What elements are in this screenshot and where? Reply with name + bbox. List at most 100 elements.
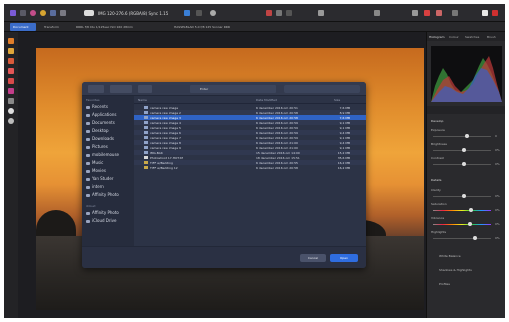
panel-item-shadows-highlights[interactable]: Shadows & Highlights (439, 268, 472, 272)
file-icon (144, 111, 148, 114)
selection-tool-icon[interactable] (8, 98, 14, 104)
sidebar-item-recents[interactable]: Recents (86, 104, 108, 109)
panel-item-profiles[interactable]: Profiles (439, 282, 450, 286)
crop-tool-icon[interactable] (8, 48, 14, 54)
file-icon (144, 156, 148, 159)
view-mode-buttons[interactable] (110, 85, 132, 93)
transform-label[interactable]: Transform (44, 25, 59, 29)
file-icon (144, 106, 148, 109)
snapping-icon[interactable] (318, 10, 324, 16)
brush-settings-icon[interactable] (452, 10, 458, 16)
file-icon (144, 151, 148, 154)
grid-icon[interactable] (196, 10, 202, 16)
back-forward-buttons[interactable] (88, 85, 104, 93)
sidebar-item-documents[interactable]: Documents (86, 120, 115, 125)
sidebar-item-music[interactable]: Music (86, 160, 103, 165)
tab-swatches[interactable]: Swatches (465, 35, 479, 39)
move-tool-icon[interactable] (8, 38, 14, 44)
highlights-slider[interactable] (433, 236, 491, 240)
column-name[interactable]: Name (138, 98, 147, 102)
clarity-slider[interactable] (433, 194, 491, 198)
sidebar-item-affinity-photo[interactable]: Affinity Photo (86, 192, 119, 197)
context-toolbar: Document Transform RRRL f/8 4tu 1/125sec… (4, 22, 505, 32)
assistant-icon[interactable] (210, 10, 216, 16)
fill-tool-icon[interactable] (8, 68, 14, 74)
file-row[interactable]: TIFF w/Bedding 12 6 december 2016 om 20:5… (134, 165, 366, 170)
view-tool-icon[interactable] (8, 118, 14, 124)
saturation-slider[interactable] (433, 208, 491, 212)
sidebar-item-pictures[interactable]: Pictures (86, 144, 108, 149)
search-field[interactable] (284, 85, 360, 93)
alignment-icon[interactable] (374, 10, 380, 16)
swatch-icon[interactable] (436, 10, 442, 16)
sidebar-item-applications[interactable]: Applications (86, 112, 116, 117)
file-icon (144, 131, 148, 134)
file-size: 16,2 MB (337, 166, 350, 170)
zoom-icon[interactable] (184, 10, 190, 16)
clone-tool-icon[interactable] (8, 88, 14, 94)
eraser-tool-icon[interactable] (8, 78, 14, 84)
favorites-header: Favorites (86, 98, 100, 102)
cancel-button[interactable]: Cancel (300, 254, 326, 262)
sidebar-item-movies[interactable]: Movies (86, 168, 106, 173)
vibrance-slider[interactable] (433, 222, 491, 226)
file-icon (144, 146, 148, 149)
file-name: TIFF w/Bedding 12 (150, 166, 178, 170)
folder-select[interactable]: Enter (190, 85, 276, 93)
secondary-colour-swatch[interactable] (492, 10, 498, 16)
main-toolbar: IMG 120-276.6 (RGBA/8) Sync 1.15 (4, 4, 505, 22)
tab-colour[interactable]: Colour (449, 35, 459, 39)
sidebar-item-intern[interactable]: intern (86, 184, 104, 189)
file-icon (144, 136, 148, 139)
file-icon (144, 126, 148, 129)
highlights-value: 0% (495, 236, 500, 240)
open-button[interactable]: Open (330, 254, 358, 262)
sidebar-item-downloads[interactable]: Downloads (86, 136, 114, 141)
sidebar-item-yan-studer[interactable]: Yan Studer (86, 176, 113, 181)
document-button-label: Document (13, 25, 29, 29)
tone-mapping-icon[interactable] (50, 10, 56, 16)
file-icon (144, 141, 148, 144)
pixel-persona-icon[interactable] (20, 10, 26, 16)
primary-colour-swatch[interactable] (482, 10, 488, 16)
saturation-label: Saturation (431, 202, 447, 206)
file-icon (144, 116, 148, 119)
sidebar-item-mobilemouse[interactable]: mobilemouse (86, 152, 119, 157)
dialog-toolbar: Enter (82, 82, 366, 96)
export-persona-icon[interactable] (60, 10, 66, 16)
file-icon (144, 161, 148, 164)
sidebar-item-desktop[interactable]: Desktop (86, 128, 109, 133)
exposure-slider[interactable] (433, 134, 491, 138)
panel-item-white-balance[interactable]: White Balance (439, 254, 461, 258)
zoom-tool-icon[interactable] (8, 108, 14, 114)
dialog-footer: Cancel Open (82, 246, 366, 268)
section-label: Develop (431, 119, 444, 123)
arrange-icon[interactable] (412, 10, 418, 16)
vibrance-value: 0% (495, 222, 500, 226)
brush-tool-icon[interactable] (8, 58, 14, 64)
sidebar-item-icloud-drive[interactable]: iCloud Drive (86, 218, 116, 223)
group-button[interactable] (138, 85, 152, 93)
details-section[interactable]: Details (431, 178, 441, 182)
contrast-value: 0% (495, 162, 500, 166)
tab-histogram[interactable]: Histogram (429, 35, 445, 39)
clarity-value: 0% (495, 194, 500, 198)
icloud-header: iCloud (86, 204, 96, 208)
contrast-slider[interactable] (433, 162, 491, 166)
selection-brush-icon[interactable] (276, 10, 282, 16)
highlights-label: Highlights (431, 230, 447, 234)
view-icon[interactable] (84, 10, 94, 16)
column-date[interactable]: Date Modified (256, 98, 277, 102)
brightness-slider[interactable] (433, 148, 491, 152)
develop-persona-icon[interactable] (40, 10, 46, 16)
liquify-persona-icon[interactable] (30, 10, 36, 16)
tab-brush[interactable]: Brush (487, 35, 496, 39)
colour-picker-icon[interactable] (424, 10, 430, 16)
column-size[interactable]: Size (334, 98, 340, 102)
file-icon (144, 121, 148, 124)
sidebar-item-icloud-affinity-photo[interactable]: Affinity Photo (86, 210, 119, 215)
quick-mask-icon[interactable] (266, 10, 272, 16)
refine-icon[interactable] (286, 10, 292, 16)
adjust-tabs (427, 106, 505, 114)
document-label: IMG 120-276.6 (RGBA/8) Sync 1.15 (98, 11, 169, 16)
